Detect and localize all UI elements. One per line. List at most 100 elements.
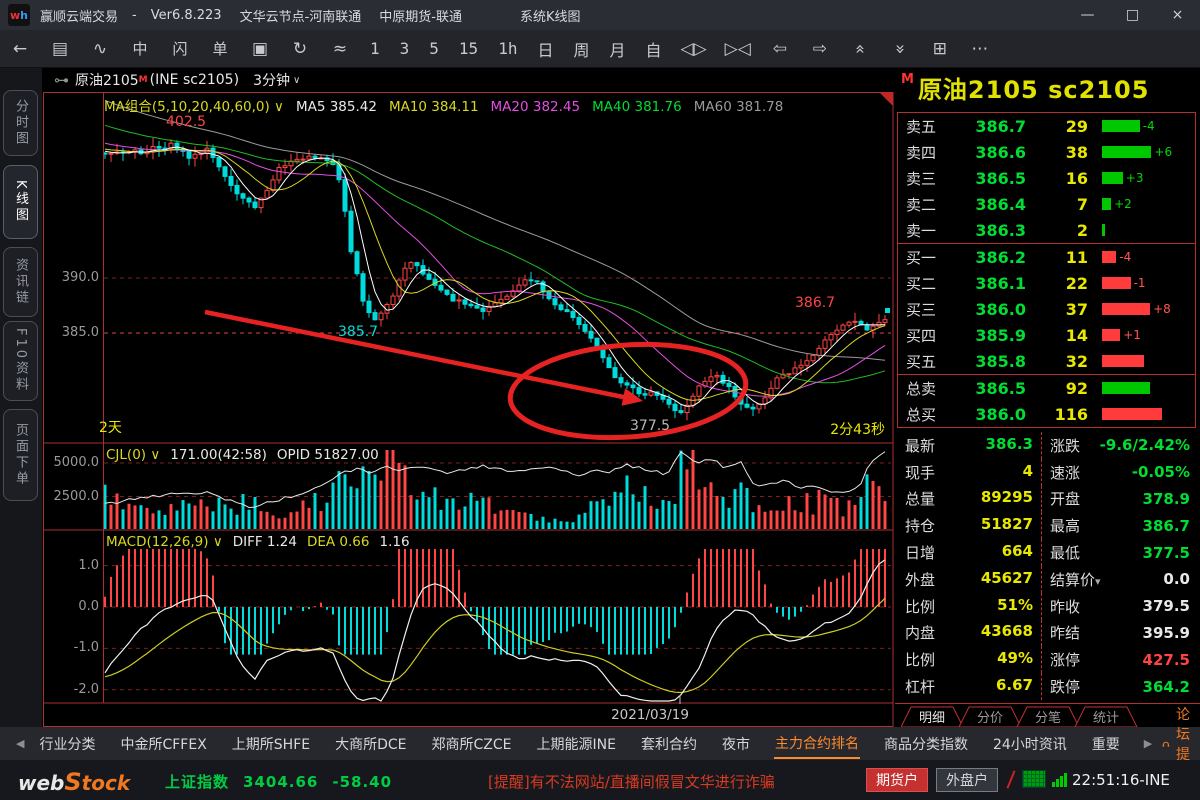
link-icon[interactable]: ⊶ [54, 71, 69, 89]
chevron-down-icon[interactable]: ∨ [293, 75, 300, 86]
refresh-icon[interactable]: ↻ [289, 38, 311, 60]
stat-value: 386.3 [986, 435, 1033, 456]
prev-icon[interactable]: ⇦ [769, 38, 791, 60]
broker-line[interactable]: 中原期货-联通 [379, 6, 462, 25]
period-3min[interactable]: 3 [400, 39, 410, 58]
foreign-account-button[interactable]: 外盘户 [936, 768, 998, 792]
lightning-order-icon[interactable]: 闪 [169, 38, 191, 60]
bid-row[interactable]: 买五385.832 [898, 348, 1195, 374]
chart-period-select[interactable]: 3分钟 [253, 70, 290, 90]
bid-row[interactable]: 买三386.037+8 [898, 296, 1195, 322]
close-button[interactable]: × [1155, 7, 1200, 23]
volume-bar [1102, 355, 1144, 367]
stat-cell: 总量89295 [895, 488, 1041, 509]
futures-account-button[interactable]: 期货户 [866, 768, 928, 792]
nav-back-icon[interactable]: ◀ [16, 737, 24, 750]
nav-more-icon[interactable]: ▶ [1144, 737, 1152, 750]
ma-value: MA40 381.76 [592, 99, 682, 115]
ma-combo-label[interactable]: MA组合(5,10,20,40,60,0) ∨ [104, 99, 284, 115]
tab-tick[interactable]: 分笔 [1017, 707, 1079, 727]
ask-row[interactable]: 卖四386.638+6 [898, 139, 1195, 165]
stat-label: 总量 [905, 488, 935, 509]
stat-cell: 开盘378.9 [1041, 486, 1200, 513]
maximize-button[interactable]: □ [1110, 7, 1155, 23]
nav-item[interactable]: 夜市 [721, 730, 751, 758]
opid-value: OPID 51827.00 [277, 447, 379, 463]
more-icon[interactable]: ⋯ [969, 38, 991, 60]
ask-row[interactable]: 卖二386.47+2 [898, 191, 1195, 217]
period-15min[interactable]: 15 [459, 39, 478, 58]
stat-label[interactable]: 结算价▾ [1050, 569, 1101, 590]
sidebar-tab-f10[interactable]: F10资料 [3, 321, 38, 401]
kline-chart[interactable] [42, 68, 895, 731]
level-price: 386.7 [954, 117, 1026, 136]
nav-item[interactable]: 套利合约 [640, 730, 698, 758]
period-month[interactable]: 月 [609, 37, 625, 61]
nav-item[interactable]: 主力合约排名 [774, 729, 860, 759]
nav-item[interactable]: 重要 [1091, 730, 1121, 758]
kline-icon[interactable]: 中 [129, 38, 151, 60]
volume-bar [1102, 251, 1116, 263]
shanghai-index[interactable]: 上证指数3404.66-58.40 [165, 771, 406, 792]
sidebar-tab-time-chart[interactable]: 分时图 [3, 90, 38, 156]
macd-y-tick: 1.0 [42, 558, 99, 573]
period-custom[interactable]: 自 [646, 37, 662, 61]
report-icon[interactable]: ▤ [49, 38, 71, 60]
level-delta: +2 [1114, 197, 1132, 211]
nav-item[interactable]: 中金所CFFEX [119, 730, 207, 758]
ask-row[interactable]: 卖五386.729-4 [898, 113, 1195, 139]
adjust-line-icon[interactable]: ≈ [329, 38, 351, 60]
zoom-down-icon[interactable]: « [889, 38, 911, 60]
level-price: 385.9 [954, 326, 1026, 345]
ask-row[interactable]: 卖一386.32 [898, 217, 1195, 243]
nav-item[interactable]: 商品分类指数 [883, 730, 969, 758]
nav-item[interactable]: 24小时资讯 [992, 730, 1068, 758]
macd-indicator-name[interactable]: MACD(12,26,9) ∨ [106, 534, 223, 550]
compress-icon[interactable]: ◁▷ [681, 38, 707, 60]
nav-item[interactable]: 上期能源INE [536, 730, 617, 758]
sidebar-tab-kline[interactable]: K线图 [3, 165, 38, 239]
macd-indicator-row[interactable]: MACD(12,26,9) ∨DIFF 1.24DEA 0.661.16 [106, 534, 420, 550]
period-5min[interactable]: 5 [429, 39, 439, 58]
timeline-icon[interactable]: ∿ [89, 38, 111, 60]
tab-stat[interactable]: 统计 [1075, 707, 1137, 727]
bid-row[interactable]: 买一386.211-4 [898, 244, 1195, 270]
main-contract-badge: M [901, 72, 914, 87]
layout-icon[interactable]: ⊞ [929, 38, 951, 60]
period-1min[interactable]: 1 [370, 39, 380, 58]
nav-item[interactable]: 行业分类 [38, 730, 96, 758]
period-1h[interactable]: 1h [498, 39, 517, 58]
nav-item[interactable]: 郑商所CZCE [431, 730, 513, 758]
zoom-up-icon[interactable]: « [849, 38, 871, 60]
back-icon[interactable]: ← [9, 38, 31, 60]
nav-item[interactable]: 上期所SHFE [231, 730, 311, 758]
macd-y-tick: 0.0 [42, 599, 99, 614]
volume-indicator-row[interactable]: CJL(0) ∨171.00(42:58)OPID 51827.00 [106, 447, 389, 463]
period-week[interactable]: 周 [573, 37, 589, 61]
next-icon[interactable]: ⇨ [809, 38, 831, 60]
market-grid-icon[interactable] [1022, 770, 1046, 788]
level-label: 买一 [906, 247, 954, 268]
sidebar-tab-news[interactable]: 资讯链 [3, 247, 38, 317]
vol-y-tick: 2500.0 [42, 489, 99, 504]
bid-row[interactable]: 买四385.914+1 [898, 322, 1195, 348]
vol-indicator-name[interactable]: CJL(0) ∨ [106, 447, 160, 463]
sidebar-tab-page-order[interactable]: 页面下单 [3, 409, 38, 501]
cloud-node[interactable]: 文华云节点-河南联通 [240, 6, 362, 25]
app-logo-icon: wh [8, 4, 30, 26]
total-row: 总卖386.592 [898, 375, 1195, 401]
period-day[interactable]: 日 [537, 37, 553, 61]
save-icon[interactable]: ▣ [249, 38, 271, 60]
order-panel-icon[interactable]: 单 [209, 38, 231, 60]
minimize-button[interactable]: — [1065, 7, 1110, 23]
ma-indicator-row[interactable]: MA组合(5,10,20,40,60,0) ∨MA5 385.42MA10 38… [104, 95, 795, 115]
tab-detail[interactable]: 明细 [901, 707, 963, 727]
ask-row[interactable]: 卖三386.516+3 [898, 165, 1195, 191]
expand-icon[interactable]: ▷◁ [725, 38, 751, 60]
chevron-down-icon[interactable]: ▾ [1095, 575, 1101, 588]
bid-row[interactable]: 买二386.122-1 [898, 270, 1195, 296]
nav-item[interactable]: 大商所DCE [334, 730, 407, 758]
tab-price-dist[interactable]: 分价 [959, 707, 1021, 727]
level-volume: 32 [1026, 352, 1088, 371]
stat-label: 日增 [905, 542, 935, 563]
